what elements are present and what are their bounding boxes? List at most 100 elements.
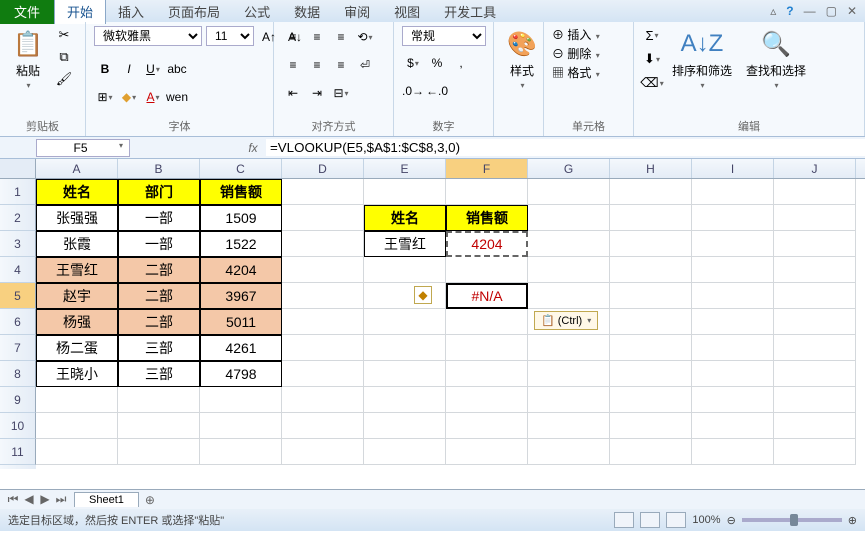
increase-decimal-button[interactable]: .0→	[402, 80, 424, 102]
row-header-3[interactable]: 3	[0, 231, 36, 257]
cell-H9[interactable]	[610, 387, 692, 413]
cell-C8[interactable]: 4798	[200, 361, 282, 387]
close-icon[interactable]: ✕	[847, 4, 857, 18]
find-select-button[interactable]: 🔍 查找和选择▾	[742, 26, 810, 92]
col-header-J[interactable]: J	[774, 159, 856, 178]
cell-D1[interactable]	[282, 179, 364, 205]
row-header-1[interactable]: 1	[0, 179, 36, 205]
row-header-5[interactable]: 5	[0, 283, 36, 309]
cell-E8[interactable]	[364, 361, 446, 387]
cell-A2[interactable]: 张强强	[36, 205, 118, 231]
phonetic-button[interactable]: abc	[166, 58, 188, 80]
number-format-select[interactable]: 常规	[402, 26, 486, 46]
select-all-corner[interactable]	[0, 159, 36, 178]
col-header-B[interactable]: B	[118, 159, 200, 178]
cell-G8[interactable]	[528, 361, 610, 387]
clear-button[interactable]: ⌫▾	[642, 74, 662, 92]
row-header-8[interactable]: 8	[0, 361, 36, 387]
cell-D5[interactable]	[282, 283, 364, 309]
cell-I9[interactable]	[692, 387, 774, 413]
col-header-A[interactable]: A	[36, 159, 118, 178]
cell-B11[interactable]	[118, 439, 200, 465]
wrap-text-button[interactable]: ⏎	[354, 54, 376, 76]
cell-F7[interactable]	[446, 335, 528, 361]
cell-D2[interactable]	[282, 205, 364, 231]
minimize-ribbon-icon[interactable]: ▵	[770, 4, 776, 18]
cell-J7[interactable]	[774, 335, 856, 361]
cell-H6[interactable]	[610, 309, 692, 335]
col-header-E[interactable]: E	[364, 159, 446, 178]
cell-F10[interactable]	[446, 413, 528, 439]
row-header-7[interactable]: 7	[0, 335, 36, 361]
cell-C11[interactable]	[200, 439, 282, 465]
zoom-level[interactable]: 100%	[692, 514, 720, 526]
help-icon[interactable]: ?	[786, 4, 793, 18]
cell-G11[interactable]	[528, 439, 610, 465]
row-header-9[interactable]: 9	[0, 387, 36, 413]
cell-F5[interactable]: #N/A	[446, 283, 528, 309]
cell-A5[interactable]: 赵宇	[36, 283, 118, 309]
cell-H10[interactable]	[610, 413, 692, 439]
cell-E9[interactable]	[364, 387, 446, 413]
cell-J9[interactable]	[774, 387, 856, 413]
cell-I7[interactable]	[692, 335, 774, 361]
cell-G7[interactable]	[528, 335, 610, 361]
cell-G9[interactable]	[528, 387, 610, 413]
cell-J8[interactable]	[774, 361, 856, 387]
cell-B9[interactable]	[118, 387, 200, 413]
border-button[interactable]: ⊞▾	[94, 86, 116, 108]
cell-B6[interactable]: 二部	[118, 309, 200, 335]
cell-C2[interactable]: 1509	[200, 205, 282, 231]
cell-J11[interactable]	[774, 439, 856, 465]
tab-home[interactable]: 开始	[54, 0, 106, 24]
cell-H3[interactable]	[610, 231, 692, 257]
cells-insert-button[interactable]: ⊕ 插入 ▾	[552, 26, 600, 43]
cell-I6[interactable]	[692, 309, 774, 335]
normal-view-button[interactable]	[614, 512, 634, 528]
col-header-D[interactable]: D	[282, 159, 364, 178]
cell-J2[interactable]	[774, 205, 856, 231]
cells-format-button[interactable]: ▦ 格式 ▾	[552, 64, 600, 81]
cell-C6[interactable]: 5011	[200, 309, 282, 335]
cell-F1[interactable]	[446, 179, 528, 205]
page-layout-view-button[interactable]	[640, 512, 660, 528]
tab-data[interactable]: 数据	[282, 0, 332, 24]
cell-F2[interactable]: 销售额	[446, 205, 528, 231]
paste-options-tag[interactable]: 📋 (Ctrl) ▾	[534, 311, 598, 330]
cell-A11[interactable]	[36, 439, 118, 465]
decrease-decimal-button[interactable]: ←.0	[426, 80, 448, 102]
cell-F8[interactable]	[446, 361, 528, 387]
cell-B1[interactable]: 部门	[118, 179, 200, 205]
cell-G4[interactable]	[528, 257, 610, 283]
cell-G1[interactable]	[528, 179, 610, 205]
cell-H5[interactable]	[610, 283, 692, 309]
copy-button[interactable]: ⧉	[54, 48, 74, 66]
align-bottom-button[interactable]: ≡	[330, 26, 352, 48]
percent-button[interactable]: %	[426, 52, 448, 74]
cell-H11[interactable]	[610, 439, 692, 465]
col-header-F[interactable]: F	[446, 159, 528, 178]
cut-button[interactable]: ✂	[54, 26, 74, 44]
cell-E1[interactable]	[364, 179, 446, 205]
cell-I10[interactable]	[692, 413, 774, 439]
cell-D9[interactable]	[282, 387, 364, 413]
align-center-button[interactable]: ≡	[306, 54, 328, 76]
cell-A6[interactable]: 杨强	[36, 309, 118, 335]
cell-I4[interactable]	[692, 257, 774, 283]
zoom-slider[interactable]	[742, 518, 842, 522]
cell-A8[interactable]: 王晓小	[36, 361, 118, 387]
paste-button[interactable]: 📋 粘贴▾	[8, 26, 48, 92]
tab-dev[interactable]: 开发工具	[432, 0, 508, 24]
cell-G3[interactable]	[528, 231, 610, 257]
cell-J5[interactable]	[774, 283, 856, 309]
cell-D11[interactable]	[282, 439, 364, 465]
tab-formula[interactable]: 公式	[232, 0, 282, 24]
cell-E11[interactable]	[364, 439, 446, 465]
font-size-select[interactable]: 11	[206, 26, 254, 46]
formula-input[interactable]	[266, 139, 865, 156]
cell-B2[interactable]: 一部	[118, 205, 200, 231]
worksheet-grid[interactable]: ABCDEFGHIJ 1234567891011 姓名部门销售额张强强一部150…	[0, 159, 865, 489]
cell-C9[interactable]	[200, 387, 282, 413]
cell-E2[interactable]: 姓名	[364, 205, 446, 231]
cell-B10[interactable]	[118, 413, 200, 439]
